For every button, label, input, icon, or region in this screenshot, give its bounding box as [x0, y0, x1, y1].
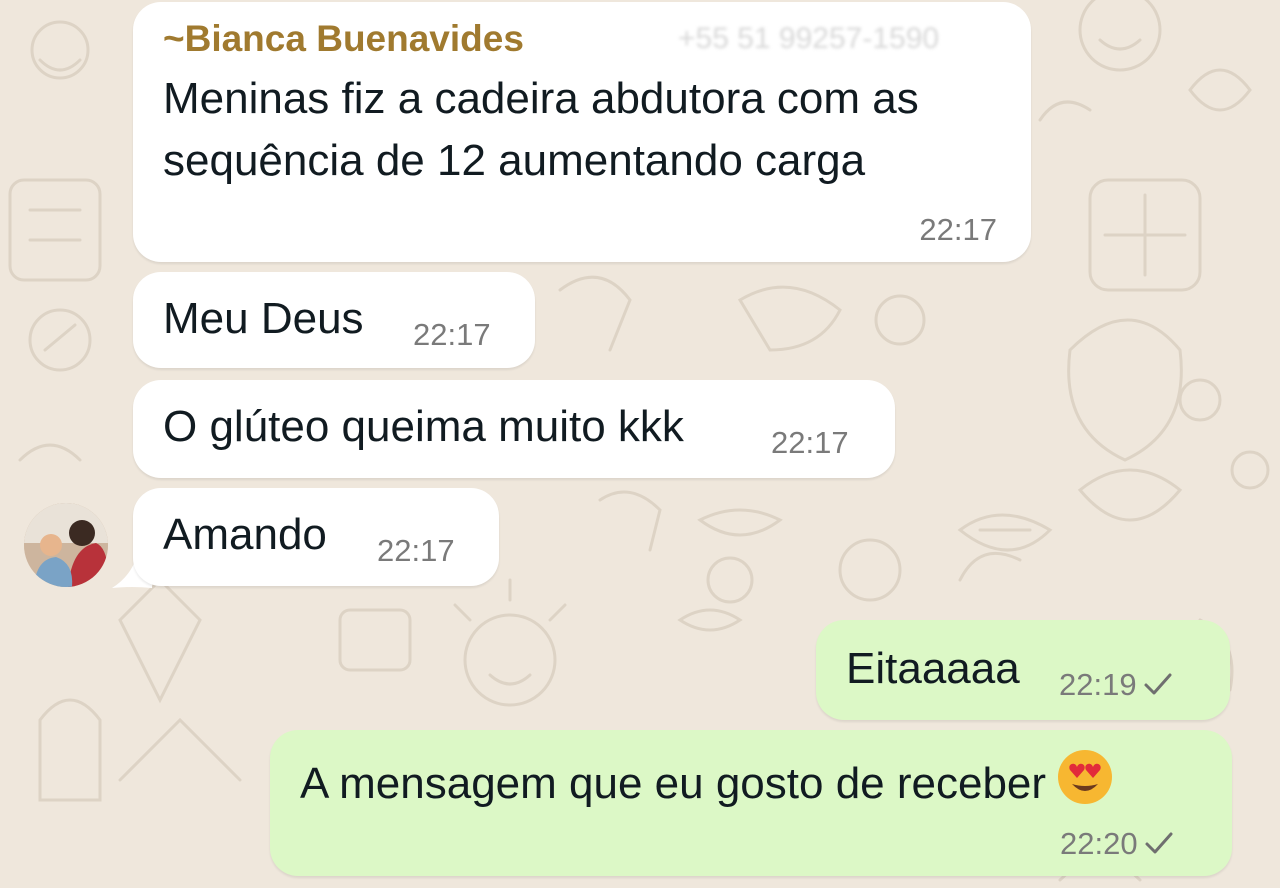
heart-eyes-emoji-icon — [1058, 750, 1113, 804]
sent-check-icon — [1145, 832, 1173, 854]
message-timestamp: 22:20 — [1060, 826, 1174, 862]
message-bubble-outgoing[interactable]: Eitaaaaa 22:19 — [816, 620, 1230, 720]
message-text: A mensagem que eu gosto de receber — [300, 748, 1114, 815]
message-timestamp: 22:17 — [377, 533, 455, 568]
message-timestamp: 22:19 — [1059, 667, 1173, 703]
message-bubble-incoming[interactable]: Meu Deus 22:17 — [133, 272, 535, 368]
message-bubble-incoming[interactable]: Amando 22:17 — [133, 488, 499, 586]
message-bubble-incoming[interactable]: O glúteo queima muito kkk 22:17 — [133, 380, 895, 478]
message-time: 22:20 — [1060, 826, 1138, 861]
sent-check-icon — [1144, 673, 1172, 695]
sender-name[interactable]: ~Bianca Buenavides — [163, 18, 524, 60]
message-text: Eitaaaaa — [846, 644, 1020, 693]
message-timestamp: 22:17 — [413, 317, 491, 352]
message-timestamp: 22:17 — [771, 425, 849, 460]
message-time: 22:19 — [1059, 667, 1137, 702]
message-text-line-1: Meninas fiz a cadeira abdutora com as — [163, 74, 919, 123]
message-bubble-incoming[interactable]: ~Bianca Buenavides +55 51 99257-1590 Men… — [133, 2, 1031, 262]
message-text: O glúteo queima muito kkk — [163, 402, 684, 451]
sender-phone: +55 51 99257-1590 — [678, 22, 940, 55]
message-bubble-outgoing[interactable]: A mensagem que eu gosto de receber 22:20 — [270, 730, 1232, 876]
message-text: Amando — [163, 510, 327, 559]
avatar[interactable] — [24, 503, 108, 587]
message-text: Meu Deus — [163, 294, 364, 343]
message-text-line-2: sequência de 12 aumentando carga — [163, 136, 866, 185]
avatar-photo-icon — [24, 503, 108, 587]
message-timestamp: 22:17 — [919, 212, 997, 247]
message-text-content: A mensagem que eu gosto de receber — [300, 759, 1047, 808]
